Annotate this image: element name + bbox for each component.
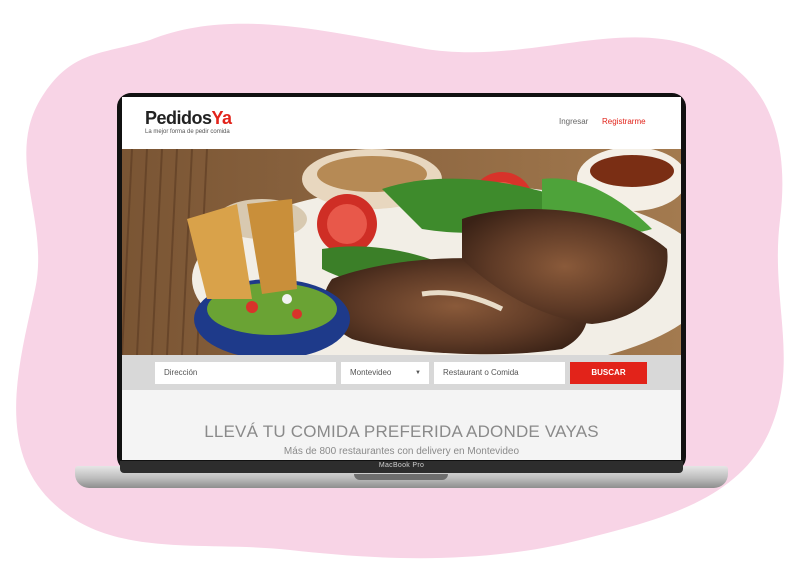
- register-link[interactable]: Registrarme: [602, 117, 646, 126]
- city-select[interactable]: Montevideo ▼: [341, 362, 429, 384]
- caret-down-icon: ▼: [415, 370, 421, 376]
- logo-tagline: La mejor forma de pedir comida: [145, 129, 230, 135]
- login-link[interactable]: Ingresar: [559, 117, 588, 126]
- promo-subline: Más de 800 restaurantes con delivery en …: [283, 446, 520, 457]
- search-button[interactable]: BUSCAR: [570, 362, 647, 384]
- address-input[interactable]: Dirección: [155, 362, 336, 384]
- laptop-hinge: MacBook Pro: [120, 461, 683, 473]
- city-select-value: Montevideo: [350, 368, 392, 377]
- restaurant-food-input[interactable]: Restaurant o Comida: [434, 362, 565, 384]
- promo-section: LLEVÁ TU COMIDA PREFERIDA ADONDE VAYAS M…: [122, 390, 681, 460]
- pedidosya-logo[interactable]: PedidosYa: [145, 108, 232, 129]
- site-header: PedidosYa La mejor forma de pedir comida…: [122, 97, 681, 149]
- promo-headline: LLEVÁ TU COMIDA PREFERIDA ADONDE VAYAS: [204, 422, 599, 441]
- laptop-screen: PedidosYa La mejor forma de pedir comida…: [122, 97, 681, 460]
- device-label: MacBook Pro: [378, 462, 425, 469]
- search-bar: Dirección Montevideo ▼ Restaurant o Comi…: [122, 355, 681, 390]
- hero-food-image: [122, 149, 681, 355]
- logo-accent-text: Ya: [211, 108, 233, 128]
- laptop-notch: [354, 474, 448, 480]
- logo-main-text: Pedidos: [145, 108, 212, 128]
